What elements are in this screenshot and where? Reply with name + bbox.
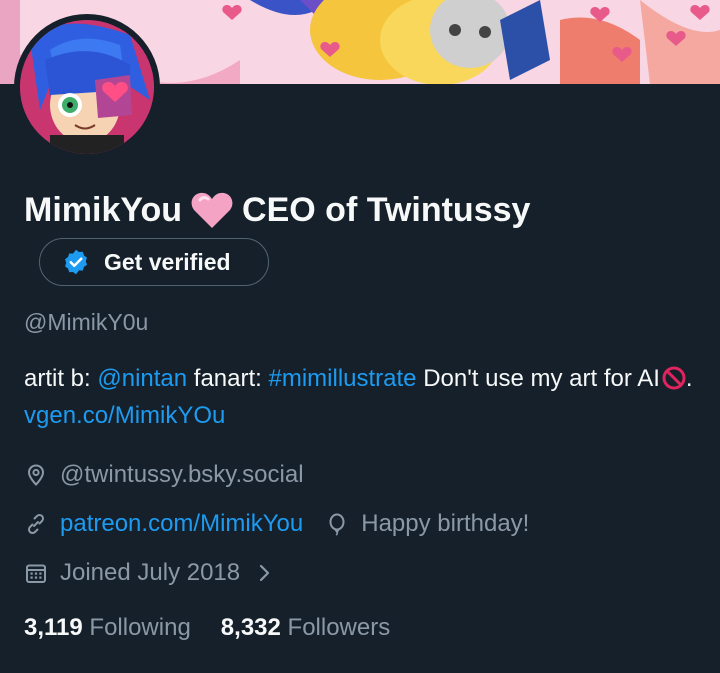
website-link[interactable]: patreon.com/MimikYou	[60, 510, 303, 538]
bio-mention-link[interactable]: @nintan	[97, 365, 187, 392]
pink-heart-icon	[191, 192, 233, 228]
following-count: 3,119	[24, 614, 83, 641]
verified-badge-icon	[65, 249, 87, 275]
calendar-icon	[26, 564, 46, 583]
following-stat[interactable]: 3,119 Following	[24, 614, 191, 642]
display-name: MimikYou	[24, 190, 183, 229]
avatar[interactable]	[20, 20, 154, 154]
followers-stat[interactable]: 8,332 Followers	[221, 614, 390, 642]
bio-hashtag-link[interactable]: #mimillustrate	[269, 365, 417, 392]
avatar-frame	[14, 14, 160, 160]
bio: artit b: @nintan fanart: #mimillustrate …	[24, 360, 704, 434]
followers-label: Followers	[287, 614, 391, 641]
location-row: @twintussy.bsky.social	[24, 461, 304, 489]
get-verified-button[interactable]: Get verified	[39, 238, 269, 286]
bio-text: Don't use my art for AI	[416, 365, 660, 392]
display-name-suffix: CEO of Twintussy	[242, 190, 531, 229]
handle: @MimikY0u	[24, 309, 149, 335]
get-verified-label: Get verified	[104, 248, 231, 275]
display-name-row: MimikYou CEO of Twintussy	[24, 190, 530, 230]
joined-text: Joined July 2018	[60, 559, 241, 586]
chevron-right-icon	[260, 564, 270, 582]
followers-count: 8,332	[220, 614, 281, 641]
joined-row[interactable]: Joined July 2018	[24, 559, 274, 587]
birthday-text: Happy birthday!	[361, 510, 530, 537]
balloon-icon	[329, 513, 345, 536]
following-label: Following	[89, 614, 191, 641]
location-pin-icon	[27, 464, 45, 486]
location-text: @twintussy.bsky.social	[60, 461, 304, 488]
bio-website-link[interactable]: vgen.co/MimikYOu	[24, 402, 225, 429]
follow-stats: 3,119 Following 8,332 Followers	[24, 614, 390, 642]
no-entry-sign-icon	[662, 366, 686, 390]
bio-prefix: artit b:	[24, 365, 98, 392]
bio-fanart-label: fanart:	[187, 365, 269, 392]
link-icon	[27, 513, 45, 535]
website-birthday-row: patreon.com/MimikYou Happy birthday!	[24, 510, 529, 538]
bio-period: .	[685, 365, 693, 392]
